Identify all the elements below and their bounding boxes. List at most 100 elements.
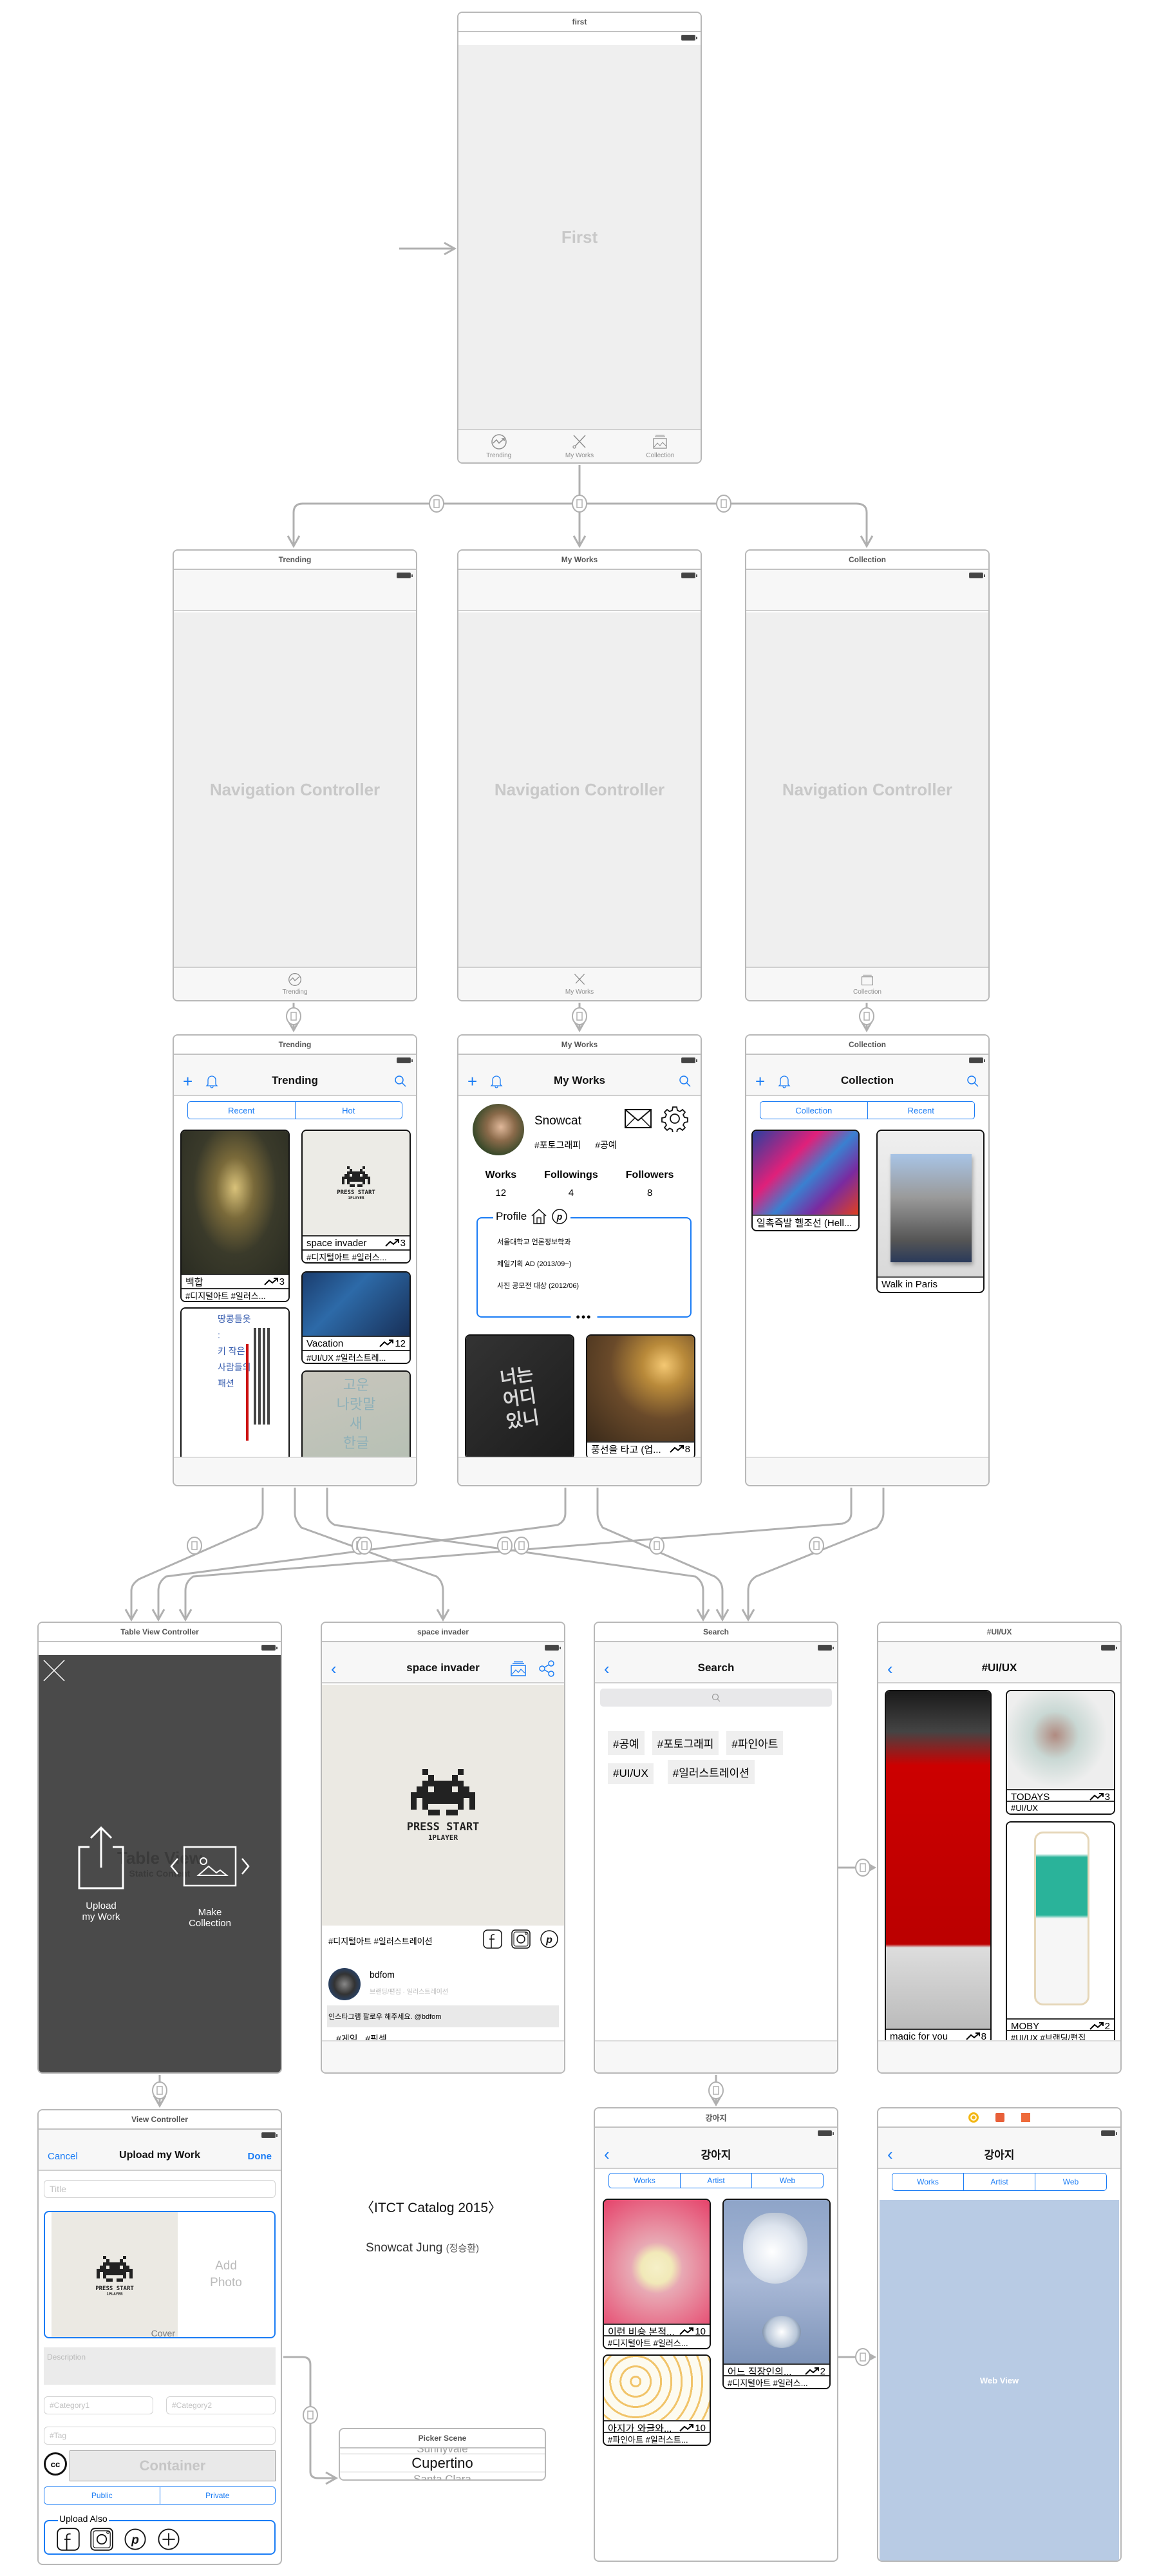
work-card[interactable]: 너는 어디 있니 bbox=[465, 1334, 574, 1459]
pinterest-icon[interactable]: p bbox=[551, 1208, 568, 1225]
scene-dog-web[interactable]: ‹ 강아지 Works Artist Web Web View bbox=[877, 2107, 1122, 2562]
segue-myworks-add[interactable] bbox=[157, 1488, 567, 1620]
instagram-icon[interactable] bbox=[511, 1929, 531, 1949]
profile-tag[interactable]: #공예 bbox=[595, 1139, 617, 1151]
picker-selected-option[interactable]: Cupertino bbox=[340, 2455, 545, 2472]
scene-trending[interactable]: Trending + Trending Recent Hot 백합 3 #디지털아… bbox=[173, 1034, 417, 1486]
picker-option[interactable]: Santa Clara bbox=[340, 2473, 545, 2479]
facebook-icon[interactable] bbox=[57, 2528, 80, 2551]
work-card[interactable]: magic for you 8 bbox=[885, 1690, 992, 2044]
first-responder-icon[interactable] bbox=[995, 2113, 1004, 2122]
segue-icon[interactable] bbox=[514, 1537, 529, 1555]
add-to-collection-icon[interactable] bbox=[510, 1661, 527, 1676]
segment-recent[interactable]: Recent bbox=[188, 1102, 296, 1119]
segue-icon[interactable] bbox=[649, 1537, 664, 1555]
avatar[interactable] bbox=[473, 1104, 524, 1155]
segue-icon[interactable] bbox=[152, 2081, 167, 2099]
relationship-icon[interactable] bbox=[429, 495, 444, 513]
segue-icon[interactable] bbox=[352, 1537, 367, 1555]
profile-tag[interactable]: #포토그래피 bbox=[534, 1139, 581, 1151]
instagram-icon[interactable] bbox=[90, 2528, 113, 2551]
scene-collection[interactable]: Collection + Collection Collection Recen… bbox=[745, 1034, 990, 1486]
relationship-trending[interactable] bbox=[292, 465, 581, 546]
work-card[interactable]: 고운 나랏말 새 한글 bbox=[301, 1370, 411, 1462]
mail-icon[interactable] bbox=[625, 1109, 652, 1128]
bell-icon[interactable] bbox=[205, 1074, 218, 1088]
segue-myworks-search[interactable] bbox=[596, 1488, 724, 1620]
segment-artist[interactable]: Artist bbox=[681, 2174, 752, 2188]
relationship-icon[interactable] bbox=[716, 495, 731, 513]
cover-photo[interactable]: PRESS START 1PLAYER Cover bbox=[52, 2212, 178, 2337]
scene-nav-collection[interactable]: Collection Navigation Controller Collect… bbox=[745, 549, 990, 1001]
scene-table-view[interactable]: Table View Controller Table View Static … bbox=[37, 1622, 282, 2074]
tag-input[interactable]: #Tag bbox=[44, 2427, 276, 2445]
segue-collection-search[interactable] bbox=[747, 1488, 885, 1620]
facebook-icon[interactable] bbox=[483, 1929, 502, 1949]
work-card[interactable]: TODAYS 3 #UI/UX bbox=[1006, 1690, 1115, 1815]
segue-icon[interactable] bbox=[303, 2406, 318, 2424]
view-controller-icon[interactable] bbox=[968, 2112, 979, 2123]
share-icon[interactable] bbox=[538, 1660, 555, 1677]
work-card[interactable]: 어느 직장인의... 2 #디지털아트 #일러스... bbox=[722, 2199, 831, 2389]
work-card[interactable]: 아지가 와글와... 10 #파인아트 #일러스트... bbox=[603, 2354, 711, 2446]
bell-icon[interactable] bbox=[490, 1074, 503, 1088]
segue-icon[interactable] bbox=[708, 2081, 724, 2099]
segue-upload-picker[interactable] bbox=[283, 2356, 336, 2479]
relationship-icon[interactable] bbox=[572, 495, 587, 513]
segment-private[interactable]: Private bbox=[160, 2487, 276, 2504]
segue-icon[interactable] bbox=[357, 1537, 372, 1555]
collection-card[interactable]: 일촉즉발 헬조선 (Hell... bbox=[751, 1130, 860, 1231]
pinterest-icon[interactable]: p bbox=[124, 2528, 147, 2551]
picker-wheel[interactable]: Sunnyvale Cupertino Santa Clara bbox=[340, 2448, 545, 2479]
creative-commons-icon[interactable]: cc bbox=[44, 2452, 67, 2476]
segment-hot[interactable]: Hot bbox=[296, 1102, 402, 1119]
work-card[interactable]: 땅콩들옷 : 키 작은 사람들의 패션 bbox=[180, 1307, 290, 1462]
segment-collection[interactable]: Collection bbox=[760, 1102, 868, 1119]
segue-trending-detail[interactable] bbox=[294, 1488, 444, 1620]
segue-icon[interactable] bbox=[809, 1537, 824, 1555]
cancel-button[interactable]: Cancel bbox=[48, 2151, 78, 2162]
back-button[interactable]: ‹ bbox=[604, 2145, 610, 2164]
search-icon[interactable] bbox=[679, 1075, 692, 1088]
add-button[interactable]: + bbox=[467, 1073, 477, 1090]
add-button[interactable]: + bbox=[183, 1073, 193, 1090]
segue-icon[interactable] bbox=[187, 1537, 202, 1555]
segue-trending-search[interactable] bbox=[326, 1488, 704, 1620]
search-input[interactable] bbox=[600, 1689, 832, 1707]
scene-nav-my-works[interactable]: My Works Navigation Controller My Works bbox=[457, 549, 702, 1001]
work-card[interactable]: MOBY 2 #UI/UX #브랜딩/편집 bbox=[1006, 1821, 1115, 2044]
segment-works[interactable]: Works bbox=[609, 2174, 681, 2188]
category2-input[interactable]: #Category2 bbox=[166, 2396, 276, 2414]
hashtag-chip[interactable]: #파인아트 bbox=[726, 1731, 784, 1755]
tab-item[interactable]: My Works bbox=[458, 968, 701, 1000]
segment-web[interactable]: Web bbox=[752, 2174, 823, 2188]
scene-picker[interactable]: Picker Scene Sunnyvale Cupertino Santa C… bbox=[339, 2428, 546, 2481]
work-card[interactable]: PRESS START 1PLAYER space invader 3 #디지털아… bbox=[301, 1130, 411, 1264]
category1-input[interactable]: #Category1 bbox=[44, 2396, 153, 2414]
scene-search[interactable]: Search ‹ Search #공예 #포토그래피 #파인아트 #UI/UX #일러… bbox=[594, 1622, 838, 2074]
description-input[interactable]: Description bbox=[44, 2347, 276, 2385]
back-button[interactable]: ‹ bbox=[887, 2145, 893, 2164]
tab-trending[interactable]: Trending bbox=[458, 430, 539, 462]
scene-space-invader[interactable]: space invader ‹ space invader PRESS STAR… bbox=[321, 1622, 565, 2074]
work-card[interactable]: 풍선을 타고 (업... 8 bbox=[586, 1334, 695, 1459]
search-icon[interactable] bbox=[966, 1075, 979, 1088]
segue-icon[interactable] bbox=[497, 1537, 513, 1555]
close-icon[interactable] bbox=[42, 1659, 66, 1682]
bell-icon[interactable] bbox=[778, 1074, 791, 1088]
segment-artist[interactable]: Artist bbox=[964, 2174, 1035, 2190]
gear-icon[interactable] bbox=[661, 1105, 688, 1132]
back-button[interactable]: ‹ bbox=[887, 1659, 893, 1679]
tab-my-works[interactable]: My Works bbox=[539, 430, 619, 462]
back-button[interactable]: ‹ bbox=[604, 1659, 610, 1679]
segment-public[interactable]: Public bbox=[44, 2487, 160, 2504]
artist-name[interactable]: bdfom bbox=[370, 1969, 395, 1980]
pinterest-icon[interactable]: p bbox=[540, 1929, 559, 1949]
title-input[interactable]: Title bbox=[44, 2180, 276, 2198]
make-collection-action[interactable]: Make Collection bbox=[165, 1846, 255, 1929]
stat-followers[interactable]: Followers 8 bbox=[626, 1170, 674, 1198]
segue-trending-add[interactable] bbox=[130, 1488, 264, 1620]
stat-works[interactable]: Works 12 bbox=[485, 1170, 517, 1198]
hashtag-chip[interactable]: #일러스트레이션 bbox=[667, 1760, 755, 1784]
add-photo-button[interactable]: Add Photo bbox=[178, 2212, 274, 2337]
